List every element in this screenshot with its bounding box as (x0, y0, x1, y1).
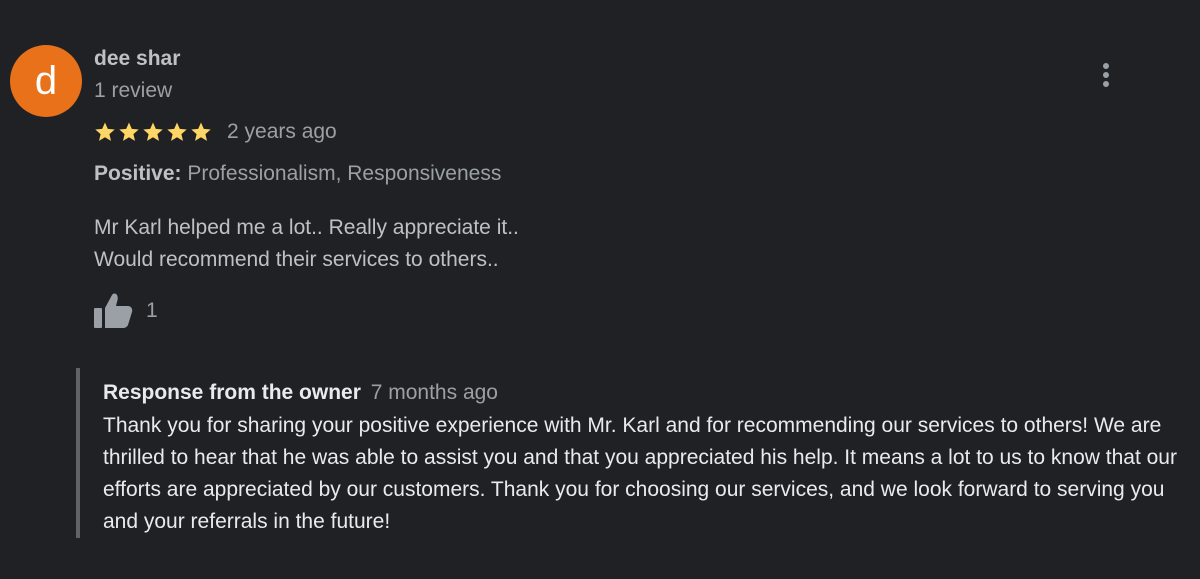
like-button[interactable]: 1 (92, 292, 158, 330)
aspect-label: Positive: (94, 162, 182, 185)
review-text-line: Mr Karl helped me a lot.. Really appreci… (94, 216, 519, 239)
avatar[interactable]: d (10, 45, 82, 117)
owner-response-header: Response from the owner 7 months ago (103, 381, 498, 405)
review-date: 2 years ago (227, 120, 337, 143)
owner-response-text: Thank you for sharing your positive expe… (103, 414, 1177, 533)
star-icon (119, 122, 139, 141)
review-text-line: Would recommend their services to others… (94, 248, 499, 271)
rating-row: 2 years ago (93, 118, 337, 146)
owner-response-date: 7 months ago (370, 381, 498, 404)
thumbs-up-icon (94, 293, 133, 328)
review-aspects: Positive: Professionalism, Responsivenes… (94, 162, 501, 186)
avatar-letter: d (34, 59, 58, 103)
star-icon (143, 122, 163, 141)
owner-response-title: Response from the owner (103, 381, 361, 404)
review-count[interactable]: 1 review (94, 79, 172, 103)
reviewer-name[interactable]: dee shar (94, 47, 180, 71)
more-vert-icon (1103, 63, 1109, 87)
like-count: 1 (146, 299, 158, 322)
more-options-button[interactable] (1094, 58, 1118, 92)
review-text: Mr Karl helped me a lot.. Really appreci… (94, 212, 519, 276)
star-icon (167, 122, 187, 141)
star-icon (191, 122, 211, 141)
aspect-values: Professionalism, Responsiveness (187, 162, 502, 185)
owner-response: Response from the owner 7 months ago Tha… (76, 368, 1180, 538)
star-rating (93, 120, 213, 144)
star-icon (95, 122, 115, 141)
